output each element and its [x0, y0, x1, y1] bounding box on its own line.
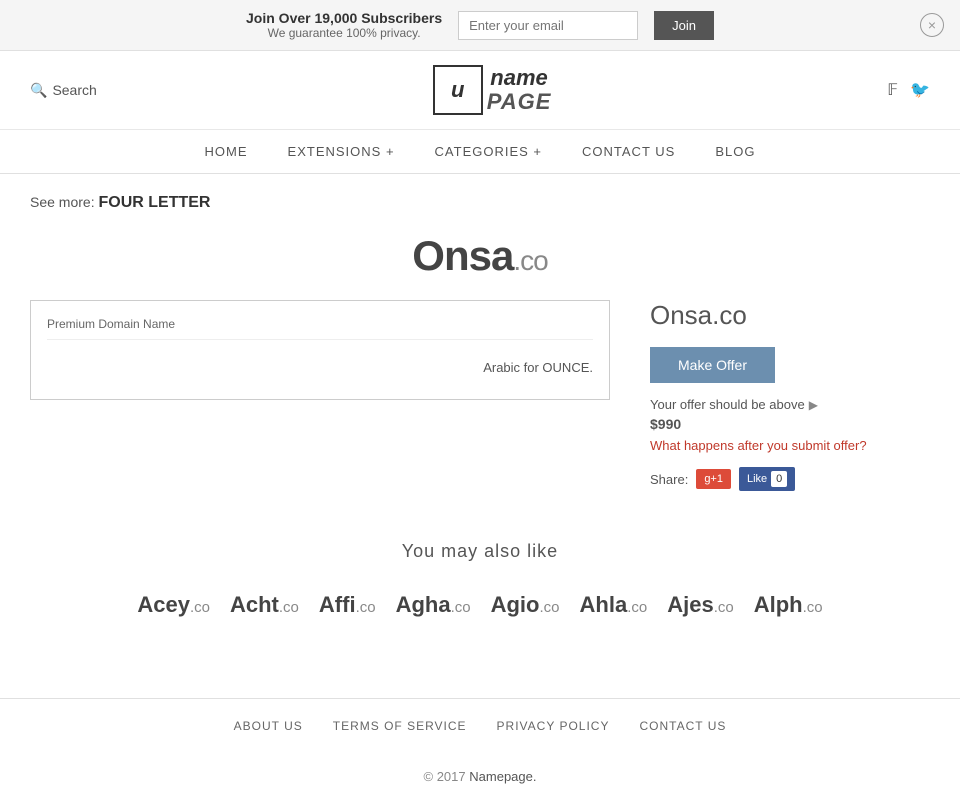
fb-like-label: Like — [747, 473, 767, 485]
logo-name: name — [487, 66, 552, 90]
logo-icon: u — [433, 65, 483, 115]
domain-display: Onsa.co — [30, 232, 930, 280]
close-banner-button[interactable]: × — [920, 13, 944, 37]
twitter-icon: 🐦 — [910, 82, 930, 99]
nav-item-extensions[interactable]: EXTENSIONS + — [288, 144, 395, 159]
domain-tld: .co — [513, 245, 547, 276]
footer-brand-link[interactable]: Namepage. — [469, 769, 536, 784]
footer-links: ABOUT US TERMS OF SERVICE PRIVACY POLICY… — [0, 698, 960, 753]
facebook-link[interactable]: 𝔽 — [887, 80, 898, 100]
top-banner: Join Over 19,000 Subscribers We guarante… — [0, 0, 960, 51]
gplus-button[interactable]: g+1 — [696, 469, 731, 489]
see-more-value[interactable]: FOUR LETTER — [98, 194, 210, 211]
see-more-label: See more: — [30, 194, 95, 210]
search-link[interactable]: 🔍 Search — [30, 82, 97, 99]
offer-hint: Your offer should be above ▶ — [650, 397, 930, 412]
similar-domains-list: Acey.co Acht.co Affi.co Agha.co Agio.co Ahla.… — [30, 592, 930, 618]
make-offer-button[interactable]: Make Offer — [650, 347, 775, 383]
offer-hint-text: Your offer should be above — [650, 397, 805, 412]
nav-item-contact[interactable]: CONTACT US — [582, 144, 675, 159]
arrow-right-icon: ▶ — [809, 398, 818, 412]
search-icon: 🔍 — [30, 82, 47, 99]
banner-sub-text: We guarantee 100% privacy. — [246, 26, 442, 40]
similar-domain-item[interactable]: Alph.co — [754, 592, 823, 618]
banner-text: Join Over 19,000 Subscribers We guarante… — [246, 10, 442, 40]
nav-item-categories[interactable]: CATEGORIES + — [435, 144, 542, 159]
domain-card-description: Arabic for OUNCE. — [47, 352, 593, 383]
main-section: Premium Domain Name Arabic for OUNCE. On… — [30, 300, 930, 491]
similar-domain-item[interactable]: Acht.co — [230, 592, 299, 618]
nav-item-home[interactable]: HOME — [205, 144, 248, 159]
similar-domain-item[interactable]: Acey.co — [137, 592, 210, 618]
banner-main-text: Join Over 19,000 Subscribers — [246, 10, 442, 26]
footer-link-terms[interactable]: TERMS OF SERVICE — [333, 719, 467, 733]
offer-panel: Onsa.co Make Offer Your offer should be … — [650, 300, 930, 491]
similar-domain-item[interactable]: Ahla.co — [580, 592, 648, 618]
also-like-title: You may also like — [30, 541, 930, 562]
domain-name: Onsa — [412, 232, 513, 279]
facebook-like-button[interactable]: Like 0 — [739, 467, 795, 491]
twitter-link[interactable]: 🐦 — [910, 80, 930, 100]
nav-item-blog[interactable]: BLOG — [715, 144, 755, 159]
facebook-icon: 𝔽 — [887, 82, 898, 99]
domain-card: Premium Domain Name Arabic for OUNCE. — [30, 300, 610, 400]
similar-domain-item[interactable]: Agha.co — [396, 592, 471, 618]
share-label: Share: — [650, 472, 688, 487]
offer-domain-name: Onsa.co — [650, 300, 930, 331]
offer-submit-link[interactable]: What happens after you submit offer? — [650, 438, 930, 453]
similar-domain-item[interactable]: Affi.co — [319, 592, 376, 618]
domain-logo: Onsa.co — [412, 232, 547, 279]
header: 🔍 Search u name PAGE 𝔽 🐦 — [0, 51, 960, 130]
also-like-section: You may also like Acey.coAcht.coAffi.coA… — [30, 541, 930, 618]
similar-domain-item[interactable]: Ajes.co — [667, 592, 734, 618]
logo-icon-letter: u — [451, 77, 464, 103]
similar-domain-item[interactable]: Agio.co — [491, 592, 560, 618]
main-content: See more: FOUR LETTER Onsa.co Premium Do… — [0, 174, 960, 638]
nav: HOME EXTENSIONS + CATEGORIES + CONTACT U… — [0, 130, 960, 174]
footer-copyright: © 2017 Namepage. — [0, 753, 960, 800]
offer-price: $990 — [650, 416, 930, 432]
footer-link-privacy[interactable]: PRIVACY POLICY — [497, 719, 610, 733]
logo-container: u name PAGE — [433, 65, 552, 115]
logo-text: name PAGE — [487, 66, 552, 114]
fb-like-count: 0 — [771, 471, 787, 487]
search-label: Search — [52, 82, 96, 98]
domain-card-label: Premium Domain Name — [47, 317, 593, 340]
join-button[interactable]: Join — [654, 11, 714, 40]
share-row: Share: g+1 Like 0 — [650, 467, 930, 491]
logo-page: PAGE — [487, 90, 552, 114]
logo[interactable]: u name PAGE — [433, 65, 552, 115]
footer-link-about[interactable]: ABOUT US — [234, 719, 303, 733]
email-input[interactable] — [458, 11, 638, 40]
see-more: See more: FOUR LETTER — [30, 194, 930, 212]
copyright-year: © 2017 — [424, 769, 466, 784]
social-links: 𝔽 🐦 — [887, 80, 930, 100]
footer-link-contact[interactable]: CONTACT US — [639, 719, 726, 733]
